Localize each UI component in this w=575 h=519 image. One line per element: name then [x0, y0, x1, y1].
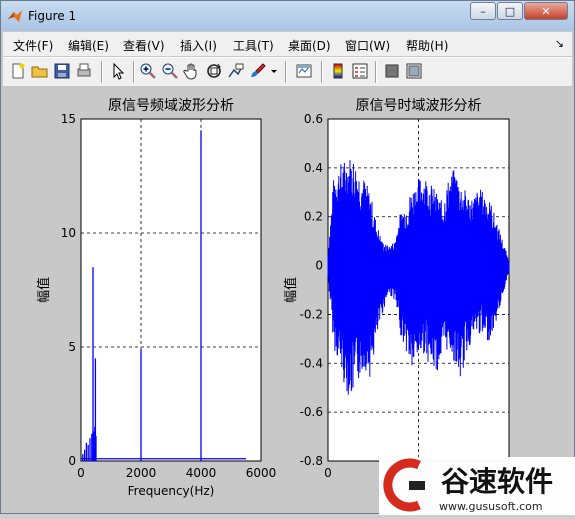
y-tick-label: -0.2 — [300, 307, 323, 321]
chart-title: 原信号频域波形分析 — [108, 98, 234, 114]
data-cursor-icon[interactable] — [227, 62, 245, 80]
y-tick-label: -0.8 — [300, 454, 323, 468]
toolbar-separator — [375, 61, 377, 83]
rotate-3d-icon[interactable] — [205, 62, 223, 80]
menu-edit[interactable]: 编辑(E) — [68, 37, 109, 54]
open-file-icon[interactable] — [31, 62, 49, 80]
figure-canvas: 0 2000 4000 6000 0 5 10 15 原信号频域波形分析 Frequency(Hz… — [3, 86, 572, 511]
x-tick-label: 2000 — [126, 466, 157, 480]
menu-tools[interactable]: 工具(T) — [233, 37, 274, 54]
maximize-button[interactable]: □ — [497, 2, 523, 20]
figure-plots: 0 2000 4000 6000 0 5 10 15 原信号频域波形分析 Frequency(Hz… — [36, 98, 510, 498]
matlab-logo-icon — [8, 10, 22, 22]
frequency-axes[interactable]: 0 2000 4000 6000 0 5 10 15 原信号频域波形分析 Frequency(Hz… — [36, 98, 276, 498]
toolbar-separator — [101, 61, 103, 83]
y-axis-label: 幅值 — [283, 277, 299, 303]
new-figure-icon[interactable] — [9, 62, 27, 80]
y-tick-label: 10 — [61, 226, 76, 240]
window-title: Figure 1 — [28, 9, 77, 23]
menu-window[interactable]: 窗口(W) — [345, 37, 390, 54]
y-tick-label: 0.4 — [304, 161, 323, 175]
x-tick-label: 6000 — [246, 466, 277, 480]
y-tick-label: -0.4 — [300, 356, 323, 370]
svg-text:谷速软件: 谷速软件 — [441, 465, 553, 498]
plot-area — [80, 118, 262, 462]
print-icon[interactable] — [75, 62, 93, 80]
minimize-button[interactable]: – — [470, 2, 496, 20]
menu-view[interactable]: 查看(V) — [123, 37, 165, 54]
y-axis-label: 幅值 — [36, 277, 52, 303]
select-arrow-icon[interactable] — [109, 62, 127, 80]
close-button[interactable]: ✕ — [524, 2, 568, 20]
brush-icon[interactable] — [249, 62, 267, 80]
x-tick-label: 0 — [324, 466, 332, 480]
brush-dropdown-icon[interactable] — [269, 62, 279, 80]
save-icon[interactable] — [53, 62, 71, 80]
menu-desktop[interactable]: 桌面(D) — [288, 37, 331, 54]
link-plot-icon[interactable] — [295, 62, 313, 80]
hide-plot-tools-icon[interactable] — [383, 62, 401, 80]
menu-file[interactable]: 文件(F) — [13, 37, 53, 54]
figure-window: Figure 1 – □ ✕ 文件(F) 编辑(E) 查看(V) 插入(I) 工… — [0, 0, 575, 515]
chart-title: 原信号时域波形分析 — [356, 98, 482, 114]
x-axis-label: Frequency(Hz) — [128, 484, 215, 498]
legend-icon[interactable] — [351, 62, 369, 80]
y-tick-label: 0 — [315, 259, 323, 273]
toolbar-separator — [133, 61, 135, 83]
y-tick-label: 0.6 — [304, 112, 323, 126]
y-tick-label: 5 — [68, 340, 76, 354]
toolbar-separator — [285, 61, 287, 83]
x-tick-label: 0 — [77, 466, 85, 480]
toolbar-separator — [321, 61, 323, 83]
title-bar[interactable]: Figure 1 – □ ✕ — [1, 1, 574, 31]
show-plot-tools-icon[interactable] — [405, 62, 423, 80]
site-watermark: 谷速软件 www.gususoft.com — [379, 457, 575, 515]
y-tick-label: 15 — [61, 112, 76, 126]
zoom-out-icon[interactable] — [161, 62, 179, 80]
y-tick-label: -0.6 — [300, 405, 323, 419]
zoom-in-icon[interactable] — [139, 62, 157, 80]
menu-help[interactable]: 帮助(H) — [406, 37, 448, 54]
x-tick-label: 4000 — [186, 466, 217, 480]
menu-bar: 文件(F) 编辑(E) 查看(V) 插入(I) 工具(T) 桌面(D) 窗口(W… — [3, 32, 572, 56]
menu-insert[interactable]: 插入(I) — [180, 37, 217, 54]
pan-hand-icon[interactable] — [183, 62, 201, 80]
time-axes[interactable]: 0 0.6 0.4 0.2 0 -0.2 -0.4 -0.6 -0.8 原信号时域波形分析幅值 — [283, 98, 510, 480]
colorbar-icon[interactable] — [329, 62, 347, 80]
menu-overflow-icon[interactable]: ↘ — [555, 37, 564, 50]
svg-text:www.gususoft.com: www.gususoft.com — [439, 500, 543, 513]
y-tick-label: 0.2 — [304, 210, 323, 224]
toolbar — [3, 57, 572, 87]
watermark-logo: 谷速软件 www.gususoft.com — [383, 458, 553, 513]
y-tick-label: 0 — [68, 454, 76, 468]
